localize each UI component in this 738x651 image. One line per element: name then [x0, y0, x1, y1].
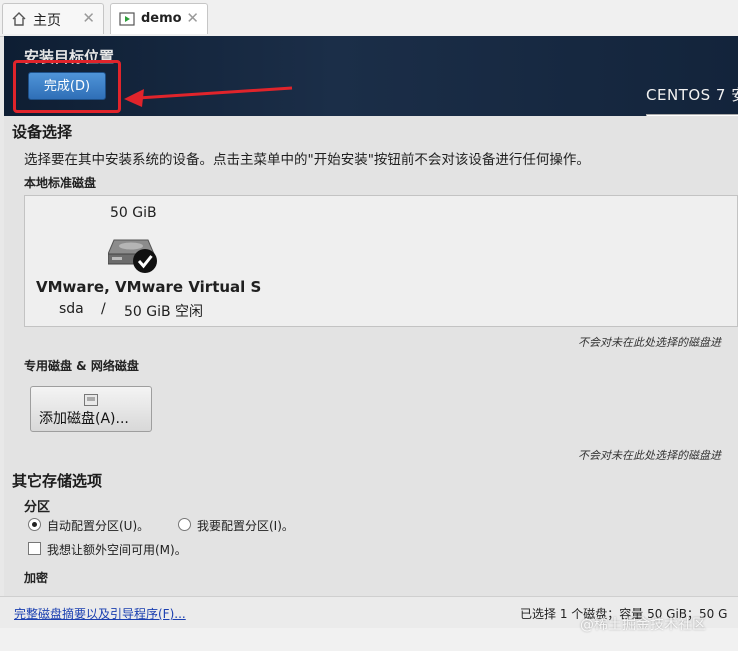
disk-free: 50 GiB 空闲 [124, 304, 204, 320]
special-disk-note: 不会对未在此处选择的磁盘进 [578, 449, 721, 462]
manual-partition-label[interactable]: 我要配置分区(I)。 [197, 517, 294, 534]
auto-partition-radio[interactable] [28, 518, 41, 531]
partition-label: 分区 [24, 500, 51, 515]
encryption-label: 加密 [24, 571, 49, 585]
tab-home[interactable]: 主页 ✕ [2, 3, 104, 34]
check-icon [132, 248, 158, 278]
extra-space-label[interactable]: 我想让额外空间可用(M)。 [47, 541, 187, 558]
special-disks-label: 专用磁盘 & 网络磁盘 [24, 359, 139, 373]
vm-icon [119, 11, 135, 31]
manual-partition-radio[interactable] [178, 518, 191, 531]
tab-demo-label: demo [141, 11, 182, 26]
tab-bar: 主页 ✕ demo ✕ [0, 0, 738, 37]
highlight-box [13, 60, 121, 113]
disk-size: 50 GiB [110, 205, 157, 221]
other-storage-heading: 其它存储选项 [12, 472, 103, 490]
add-disk-button[interactable]: 添加磁盘(A)... [30, 386, 152, 432]
disk-separator: / [101, 301, 106, 317]
add-disk-label: 添加磁盘(A)... [39, 411, 129, 427]
disk-name: VMware, VMware Virtual S [36, 278, 262, 296]
home-icon [11, 11, 27, 31]
watermark: @稀土掘金技术社区 [580, 617, 706, 633]
disk-device: sda [59, 301, 84, 317]
disk-summary-link[interactable]: 完整磁盘摘要以及引导程序(F)... [14, 605, 186, 622]
close-icon[interactable]: ✕ [82, 9, 95, 27]
close-icon[interactable]: ✕ [186, 9, 199, 27]
device-selection-description: 选择要在其中安装系统的设备。点击主菜单中的"开始安装"按钮前不会对该设备进行任何… [24, 152, 590, 168]
local-disk-note: 不会对未在此处选择的磁盘进 [578, 336, 721, 349]
device-selection-heading: 设备选择 [12, 123, 73, 141]
arrow-annotation [120, 78, 295, 112]
os-name: CENTOS 7 安 [646, 86, 738, 104]
extra-space-checkbox[interactable] [28, 542, 41, 555]
local-disks-label: 本地标准磁盘 [24, 176, 97, 190]
tab-home-label: 主页 [33, 13, 61, 29]
auto-partition-label[interactable]: 自动配置分区(U)。 [47, 517, 149, 534]
tab-demo[interactable]: demo ✕ [110, 3, 208, 34]
disk-tile[interactable] [107, 232, 160, 278]
